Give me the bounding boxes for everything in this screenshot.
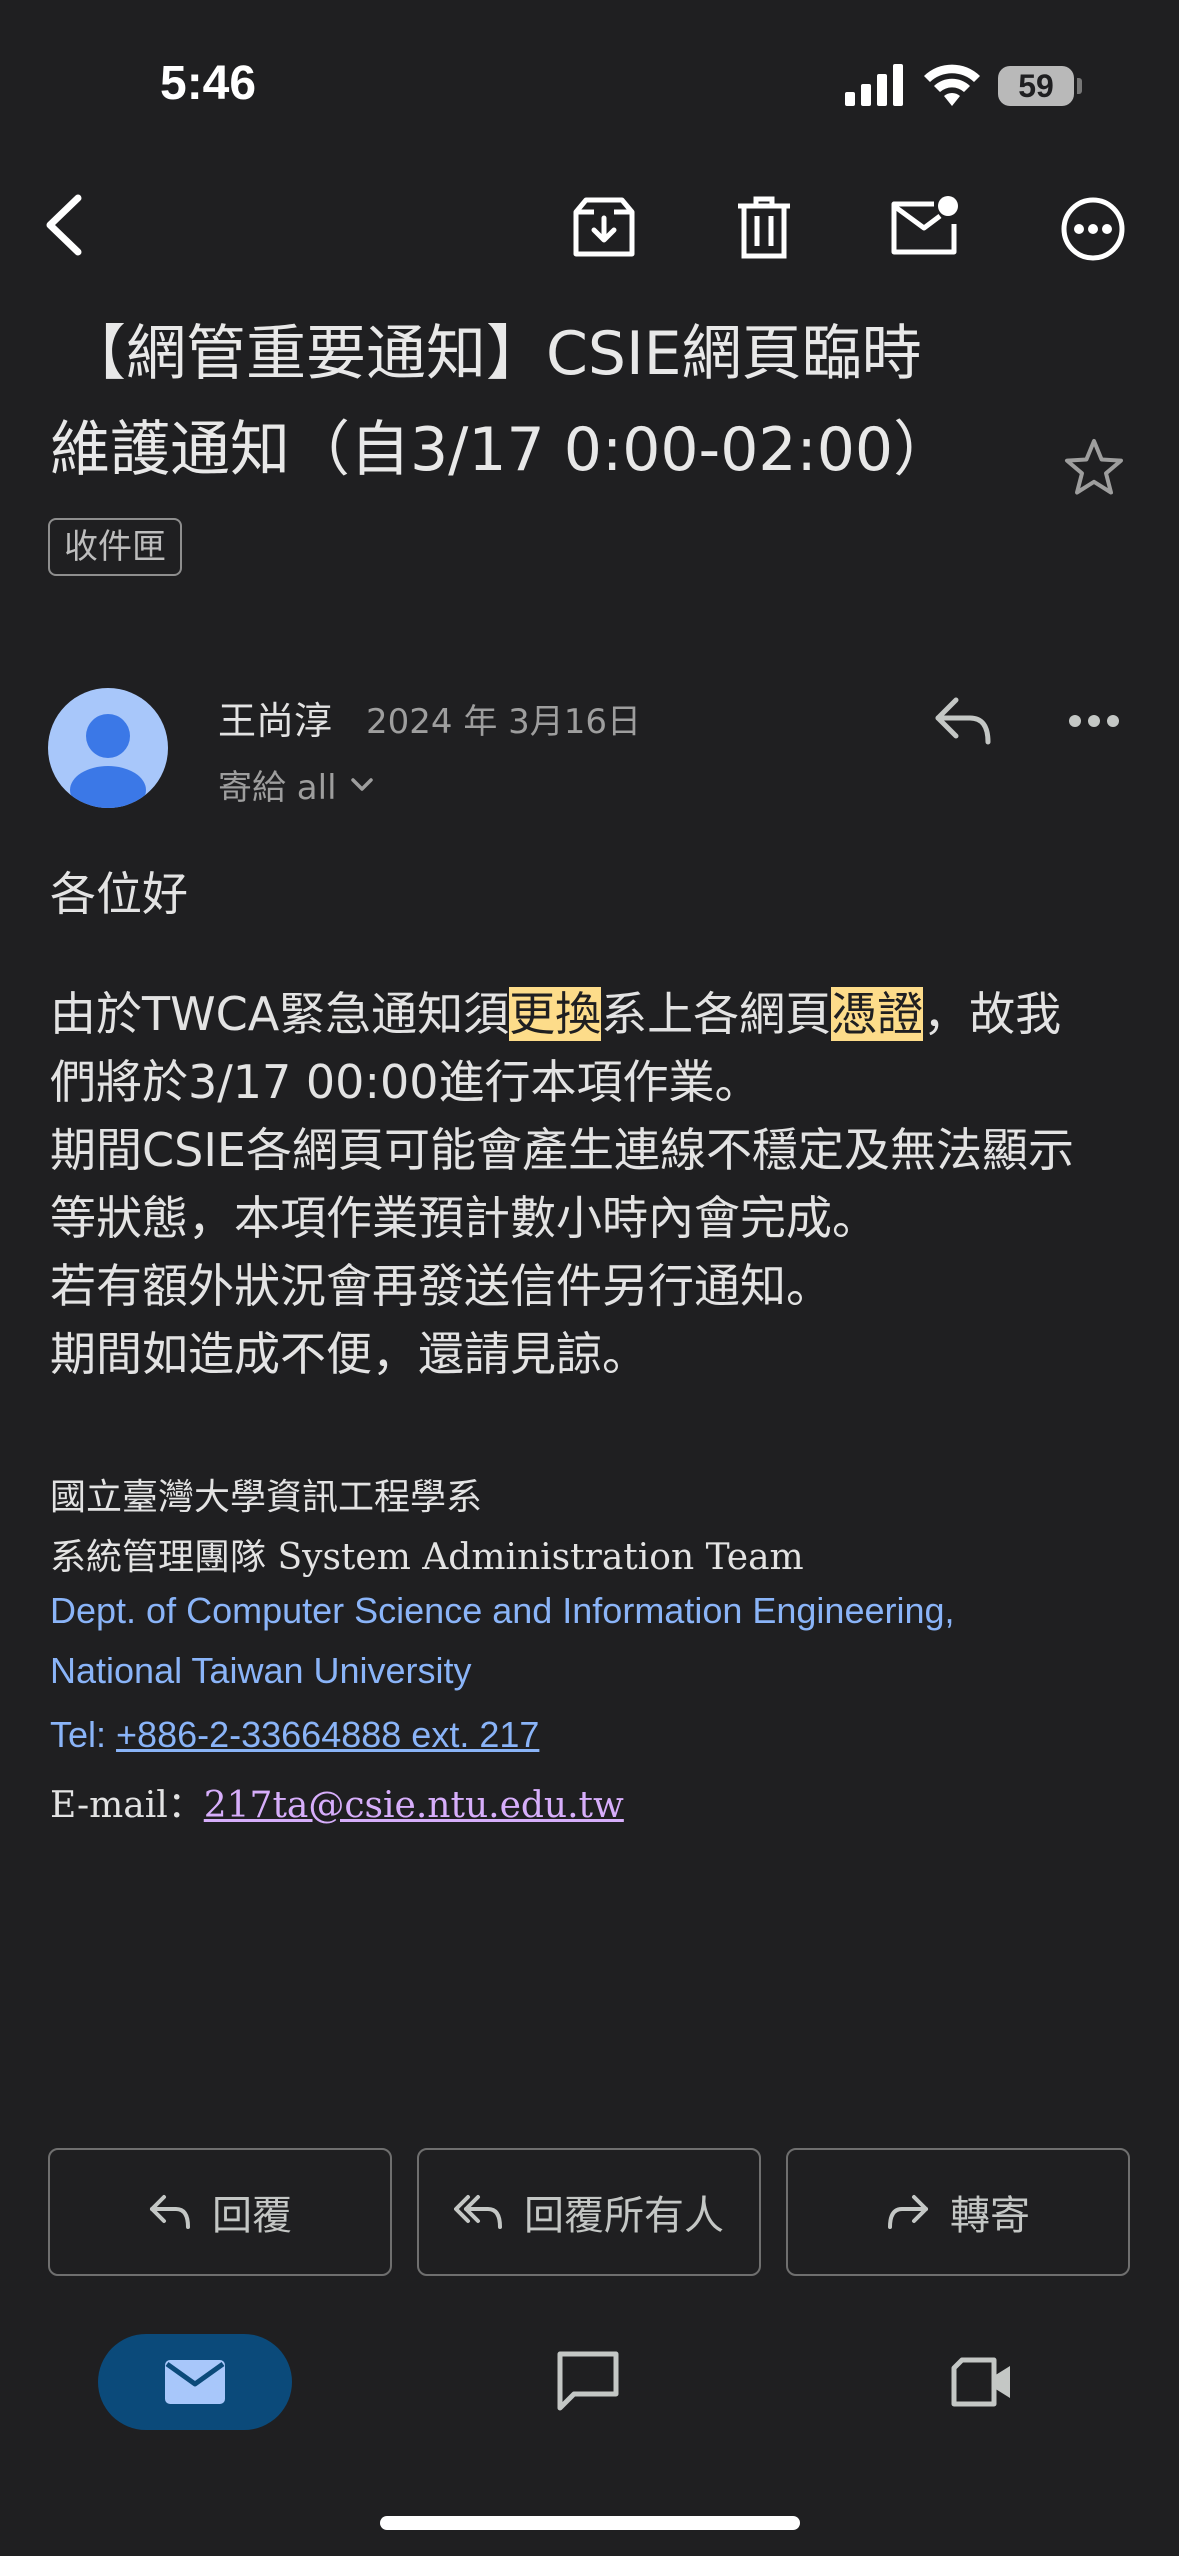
signature-dept: Dept. of Computer Science and Informatio… [50, 1590, 955, 1631]
signature-tel: Tel: +886-2-33664888 ext. 217 [50, 1714, 1150, 1756]
trash-icon[interactable] [736, 196, 792, 260]
reply-all-icon [454, 2193, 504, 2231]
avatar[interactable] [48, 688, 168, 808]
email-label: E-mail： [50, 1785, 204, 1826]
subject-line-1: 【網管重要通知】CSIE網頁臨時 [66, 319, 922, 389]
body-line-4: 等狀態，本項作業預計數小時內會完成。 [50, 1191, 878, 1245]
forward-icon [886, 2193, 930, 2231]
reply-all-label: 回覆所有人 [524, 2193, 724, 2239]
signature-org: 國立臺灣大學資訊工程學系 [50, 1477, 483, 1518]
forward-label: 轉寄 [950, 2193, 1030, 2239]
body-text: 系上各網頁 [601, 987, 832, 1041]
body-line-6: 期間如造成不便，還請見諒。 [50, 1327, 648, 1381]
team-name-en: System Administration Team [266, 1537, 804, 1578]
signature-university: National Taiwan University [50, 1650, 472, 1691]
reply-all-button[interactable]: 回覆所有人 [417, 2148, 761, 2276]
chevron-down-icon [350, 777, 373, 792]
inbox-label-chip[interactable]: 收件匣 [48, 518, 182, 576]
battery-tip [1077, 78, 1082, 94]
status-time: 5:46 [160, 57, 257, 110]
body-text: ，故我 [923, 987, 1062, 1041]
email-subject: 【網管重要通知】CSIE網頁臨時 維護通知（自3/17 0:00-02:00） [50, 306, 1050, 498]
search-highlight: 更換 [509, 987, 602, 1041]
video-icon[interactable] [950, 2356, 1014, 2408]
chat-icon[interactable] [556, 2350, 620, 2412]
forward-button[interactable]: 轉寄 [786, 2148, 1130, 2276]
greeting: 各位好 [50, 867, 188, 921]
battery-indicator: 59 [998, 66, 1074, 106]
reply-icon[interactable] [934, 696, 992, 746]
recipient-text: 寄給 all [218, 768, 337, 808]
back-arrow-icon[interactable] [40, 190, 90, 260]
wifi-icon [924, 62, 980, 106]
body-line-1: 由於TWCA緊急通知須更換系上各網頁憑證，故我 [50, 980, 1150, 1048]
email-link[interactable]: 217ta@csie.ntu.edu.tw [204, 1785, 624, 1826]
search-highlight: 憑證 [831, 987, 924, 1041]
message-more-icon[interactable] [1068, 714, 1120, 728]
body-text: 由於TWCA緊急通知須 [50, 987, 510, 1041]
signature-team: 系統管理團隊 System Administration Team [50, 1528, 1150, 1580]
sent-date: 2024 年 3月16日 [366, 702, 642, 742]
mark-unread-icon[interactable] [890, 194, 960, 258]
star-icon[interactable] [1064, 438, 1124, 496]
archive-icon[interactable] [572, 196, 636, 260]
reply-button[interactable]: 回覆 [48, 2148, 392, 2276]
body-line-2: 們將於3/17 00:00進行本項作業。 [50, 1055, 761, 1109]
subject-line-2: 維護通知（自3/17 0:00-02:00） [50, 415, 954, 485]
reply-label: 回覆 [212, 2193, 292, 2239]
tel-label: Tel: [50, 1714, 117, 1755]
cellular-signal-icon [845, 64, 905, 106]
more-icon[interactable] [1060, 196, 1126, 262]
mail-icon [163, 2358, 227, 2406]
recipient-details[interactable]: 寄給 all [218, 760, 373, 809]
email-body: 由於TWCA緊急通知須更換系上各網頁憑證，故我 們將於3/17 00:00進行本… [50, 980, 1150, 1388]
signature-email: E-mail：217ta@csie.ntu.edu.tw [50, 1776, 1150, 1828]
body-line-3: 期間CSIE各網頁可能會產生連線不穩定及無法顯示 [50, 1123, 1074, 1177]
tel-link[interactable]: +886-2-33664888 ext. 217 [116, 1714, 539, 1755]
reply-icon [148, 2193, 192, 2231]
sender-name: 王尚淳 [218, 699, 333, 743]
team-name-cn: 系統管理團隊 [50, 1537, 267, 1578]
body-line-5: 若有額外狀況會再發送信件另行通知。 [50, 1259, 832, 1313]
nav-mail-tab[interactable] [98, 2334, 292, 2430]
home-indicator[interactable] [380, 2516, 800, 2530]
